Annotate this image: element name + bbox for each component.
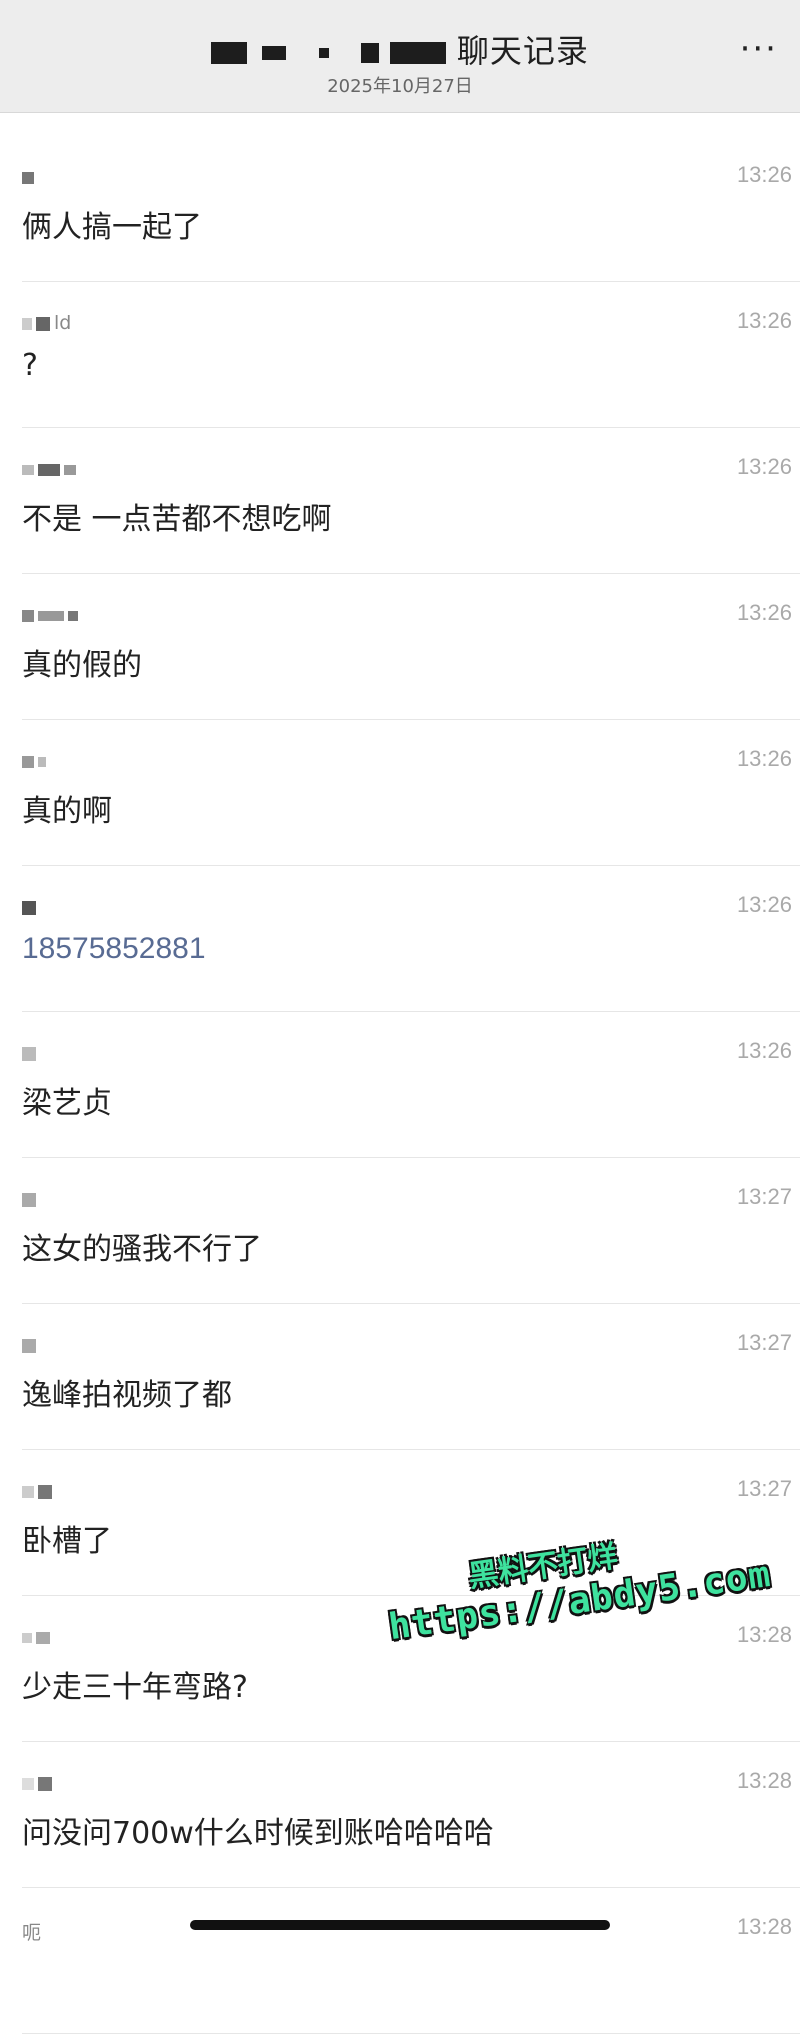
redacted-chat-name	[262, 46, 287, 60]
message-phone-link[interactable]: 18575852881	[22, 932, 206, 966]
message-text: 梁艺贞	[22, 1086, 112, 1121]
redacted-sender-name	[38, 610, 64, 621]
message-sender: ld	[22, 312, 71, 336]
redacted-chat-name	[389, 42, 446, 64]
chat-message[interactable]: 13:26 不是 一点苦都不想吃啊	[22, 428, 800, 574]
message-timestamp: 13:28	[736, 1622, 792, 1647]
message-sender: 呃	[22, 1918, 42, 1944]
redacted-chat-name	[211, 42, 248, 64]
message-timestamp: 13:26	[736, 308, 792, 333]
redacted-chat-name	[319, 48, 330, 58]
message-sender	[22, 604, 82, 628]
redacted-sender-name	[22, 1338, 36, 1353]
message-sender	[22, 1480, 56, 1504]
redacted-sender-name	[22, 1192, 36, 1207]
redacted-sender-name	[64, 464, 76, 475]
message-text: 真的假的	[22, 648, 142, 683]
chat-message[interactable]: 13:26 真的啊	[22, 720, 800, 866]
title-suffix: 聊天记录	[456, 32, 589, 70]
more-horizontal-icon[interactable]: ···	[740, 32, 778, 66]
message-sender	[22, 166, 38, 190]
message-text: 不是 一点苦都不想吃啊	[22, 502, 332, 537]
message-timestamp: 13:28	[736, 1768, 792, 1793]
message-timestamp: 13:27	[736, 1330, 792, 1355]
redacted-sender-name	[22, 1632, 32, 1643]
redacted-sender-name	[38, 756, 46, 767]
message-sender	[22, 750, 50, 774]
redacted-sender-name	[22, 1485, 34, 1498]
redacted-sender-name	[36, 1631, 50, 1644]
message-sender	[22, 896, 40, 920]
redacted-sender-name	[68, 610, 78, 621]
message-timestamp: 13:28	[736, 1914, 792, 1939]
message-text: 逸峰拍视频了都	[22, 1378, 232, 1413]
chat-message[interactable]: 13:27 逸峰拍视频了都	[22, 1304, 800, 1450]
message-timestamp: 13:27	[736, 1184, 792, 1209]
chat-message[interactable]: 13:26 俩人搞一起了	[22, 136, 800, 282]
message-text: ?	[22, 348, 38, 383]
message-timestamp: 13:26	[736, 454, 792, 479]
redacted-sender-name	[22, 1777, 34, 1790]
chat-message[interactable]: 13:26 真的假的	[22, 574, 800, 720]
message-text: 俩人搞一起了	[22, 210, 202, 245]
message-sender	[22, 1334, 40, 1358]
chat-message[interactable]: 呃 13:28	[22, 1888, 800, 2034]
redacted-chat-name	[360, 43, 379, 63]
redacted-sender-name	[22, 464, 34, 475]
redacted-sender-name	[22, 1046, 36, 1061]
message-timestamp: 13:26	[736, 162, 792, 187]
redacted-sender-name	[22, 900, 36, 915]
chat-history-header: 聊天记录 2025年10月27日 ···	[0, 0, 800, 113]
redacted-sender-name	[22, 171, 34, 184]
redacted-sender-name	[38, 463, 60, 476]
message-text: 这女的骚我不行了	[22, 1232, 262, 1267]
message-timestamp: 13:26	[736, 746, 792, 771]
chat-message[interactable]: 13:28 问没问700w什么时候到账哈哈哈哈	[22, 1742, 800, 1888]
message-sender	[22, 1042, 40, 1066]
sender-name-text: ld	[54, 312, 72, 334]
chat-message[interactable]: 13:26 18575852881	[22, 866, 800, 1012]
message-timestamp: 13:26	[736, 600, 792, 625]
message-timestamp: 13:27	[736, 1476, 792, 1501]
redacted-sender-name	[38, 1776, 52, 1791]
message-sender	[22, 1626, 54, 1650]
home-indicator[interactable]	[190, 1920, 610, 1930]
chat-message[interactable]: 13:27 这女的骚我不行了	[22, 1158, 800, 1304]
redacted-sender-name	[22, 317, 32, 330]
message-text: 少走三十年弯路?	[22, 1670, 248, 1705]
redacted-sender-name	[22, 609, 34, 622]
message-text: 卧槽了	[22, 1524, 112, 1559]
message-timestamp: 13:26	[736, 892, 792, 917]
redacted-sender-name	[36, 316, 50, 331]
redacted-sender-name	[22, 755, 34, 768]
message-sender	[22, 458, 80, 482]
message-sender	[22, 1188, 40, 1212]
redacted-sender-name	[38, 1484, 52, 1499]
sender-name-text: 呃	[22, 1922, 42, 1944]
message-timestamp: 13:26	[736, 1038, 792, 1063]
chat-date: 2025年10月27日	[327, 76, 473, 97]
page-title: 聊天记录	[211, 32, 589, 70]
chat-message[interactable]: 13:26 梁艺贞	[22, 1012, 800, 1158]
header-title-wrap: 聊天记录	[0, 26, 800, 72]
message-sender	[22, 1772, 56, 1796]
chat-message[interactable]: ld 13:26?	[22, 282, 800, 428]
message-text: 真的啊	[22, 794, 112, 829]
message-text: 问没问700w什么时候到账哈哈哈哈	[22, 1816, 494, 1851]
